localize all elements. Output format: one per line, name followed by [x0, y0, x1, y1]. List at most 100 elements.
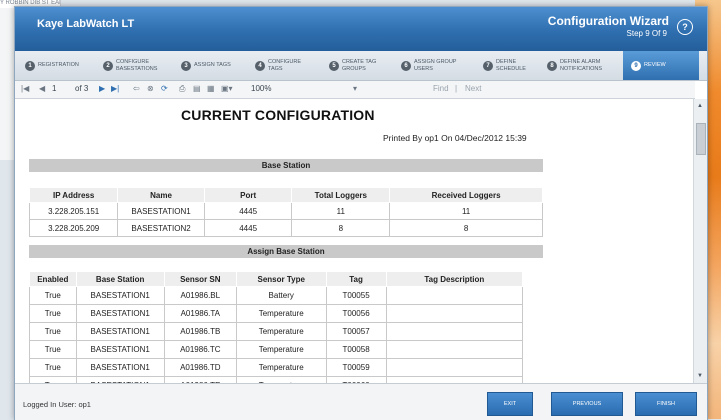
table-cell	[385, 322, 524, 341]
refresh-icon[interactable]: ⟳	[161, 84, 168, 93]
export-icon[interactable]: ▣▾	[221, 84, 233, 93]
table-cell: A01986.BL	[163, 286, 237, 305]
scroll-up-icon[interactable]: ▲	[697, 103, 703, 109]
column-header: IP Address	[28, 187, 119, 203]
table-cell: True	[29, 358, 77, 377]
column-header: Received Loggers	[389, 187, 543, 203]
table-cell	[385, 358, 524, 377]
back-icon[interactable]: ⇦	[133, 84, 140, 93]
table-cell: Temperature	[235, 340, 327, 359]
step-number: 9	[631, 60, 641, 71]
table-cell: BASESTATION1	[75, 286, 165, 305]
table-cell: BASESTATION1	[75, 358, 165, 377]
previous-page-icon[interactable]: ◀	[39, 84, 45, 93]
assign-base-station-section-header: Assign Base Station	[29, 245, 543, 258]
last-page-icon[interactable]: ▶|	[111, 84, 119, 93]
table-header-row: IP Address Name Port Total Loggers Received …	[28, 187, 543, 203]
step-number: 3	[181, 60, 191, 71]
zoom-dropdown-icon[interactable]: ▾	[353, 84, 357, 93]
table-cell: BASESTATION2	[117, 219, 205, 237]
print-icon[interactable]: ⎙	[179, 84, 185, 94]
step-number: 1	[25, 60, 35, 71]
report-scrollbar[interactable]: ▲ ▼	[693, 99, 707, 383]
wizard-steps: 1 REGISTRATION 2 CONFIGURE BASESTATIONS …	[15, 51, 707, 81]
step-number: 7	[483, 60, 493, 71]
table-cell: BASESTATION1	[75, 340, 165, 359]
scroll-thumb[interactable]	[696, 123, 706, 155]
table-row: True BASESTATION1 A01986.TC Temperature T000…	[29, 340, 524, 359]
table-cell: Battery	[235, 286, 327, 305]
table-cell: T00056	[325, 304, 387, 323]
step-configure-basestations[interactable]: 2 CONFIGURE BASESTATIONS	[103, 51, 165, 80]
table-cell: Temperature	[235, 358, 327, 377]
footer: Logged In User: op1 EXIT PREVIOUS FINISH	[15, 383, 707, 420]
report-title: CURRENT CONFIGURATION	[181, 107, 375, 123]
table-row: 3.228.205.151 BASESTATION1 4445 11 11	[28, 202, 543, 220]
table-cell: T00059	[325, 358, 387, 377]
page-setup-icon[interactable]: ▦	[207, 84, 215, 93]
table-cell: T00057	[325, 322, 387, 341]
next-page-icon[interactable]: ▶	[99, 84, 105, 93]
table-cell: 11	[389, 202, 543, 220]
table-cell	[385, 304, 524, 323]
table-row: 3.228.205.209 BASESTATION2 4445 8 8	[28, 219, 543, 237]
step-define-schedule[interactable]: 7 DEFINE SCHEDULE	[483, 51, 531, 80]
step-create-tag-groups[interactable]: 5 CREATE TAG GROUPS	[329, 51, 385, 80]
previous-button[interactable]: PREVIOUS	[551, 392, 623, 416]
finish-button[interactable]: FINISH	[635, 392, 697, 416]
scroll-down-icon[interactable]: ▼	[697, 373, 703, 379]
printed-by: Printed By op1 On 04/Dec/2012 15:39	[383, 133, 527, 143]
step-define-alarm-notifications[interactable]: 8 DEFINE ALARM NOTIFICATIONS	[547, 51, 617, 80]
report-toolbar: |◀ ◀ 1 of 3 ▶ ▶| ⇦ ⊗ ⟳ ⎙ ▤ ▦ ▣▾ 100% ▾ F…	[15, 81, 695, 99]
zoom-select[interactable]: 100%	[251, 84, 271, 93]
table-row: True BASESTATION1 A01986.TB Temperature T000…	[29, 322, 524, 341]
table-cell: 8	[291, 219, 391, 237]
table-cell: BASESTATION1	[117, 202, 205, 220]
print-layout-icon[interactable]: ▤	[193, 84, 201, 93]
table-header-row: Enabled Base Station Sensor SN Sensor Type T…	[29, 271, 524, 287]
table-cell: 4445	[203, 219, 293, 237]
column-header: Sensor SN	[163, 271, 237, 287]
base-station-section-header: Base Station	[29, 159, 543, 172]
page-number-input[interactable]: 1	[52, 84, 56, 93]
table-cell: 8	[389, 219, 543, 237]
step-configure-tags[interactable]: 4 CONFIGURE TAGS	[255, 51, 313, 80]
table-cell: T00058	[325, 340, 387, 359]
table-cell: T00055	[325, 286, 387, 305]
step-review[interactable]: 9 REVIEW	[623, 51, 699, 80]
first-page-icon[interactable]: |◀	[21, 84, 29, 93]
column-header: Port	[203, 187, 293, 203]
table-row: True BASESTATION1 A01986.BL Battery T00055	[29, 286, 524, 305]
help-icon[interactable]: ?	[677, 19, 693, 35]
column-header: Sensor Type	[235, 271, 327, 287]
table-cell	[385, 286, 524, 305]
step-label: REVIEW	[644, 62, 666, 68]
table-cell: 3.228.205.151	[28, 202, 119, 220]
exit-button[interactable]: EXIT	[487, 392, 533, 416]
step-label: CONFIGURE TAGS	[268, 58, 301, 72]
step-number: 4	[255, 60, 265, 71]
table-cell: 4445	[203, 202, 293, 220]
table-cell: 3.228.205.209	[28, 219, 119, 237]
step-assign-tags[interactable]: 3 ASSIGN TAGS	[181, 51, 231, 80]
find-next-link[interactable]: Next	[465, 84, 481, 93]
wizard-title: Configuration Wizard	[547, 14, 669, 28]
step-label: REGISTRATION	[38, 62, 79, 68]
table-cell: BASESTATION1	[75, 322, 165, 341]
step-number: 2	[103, 60, 113, 71]
step-registration[interactable]: 1 REGISTRATION	[25, 51, 79, 80]
step-number: 6	[401, 60, 411, 71]
step-assign-group-users[interactable]: 6 ASSIGN GROUP USERS	[401, 51, 467, 80]
wizard-window: Kaye LabWatch LT Configuration Wizard St…	[14, 6, 708, 420]
table-cell: Temperature	[235, 304, 327, 323]
stop-icon[interactable]: ⊗	[147, 84, 154, 93]
table-cell: True	[29, 340, 77, 359]
table-cell: BASESTATION1	[75, 304, 165, 323]
table-cell: True	[29, 322, 77, 341]
step-label: DEFINE ALARM NOTIFICATIONS	[560, 58, 603, 72]
column-header: Name	[117, 187, 205, 203]
step-label: CONFIGURE BASESTATIONS	[116, 58, 158, 72]
find-link[interactable]: Find	[433, 84, 449, 93]
table-cell: A01986.TD	[163, 358, 237, 377]
column-header: Total Loggers	[291, 187, 391, 203]
